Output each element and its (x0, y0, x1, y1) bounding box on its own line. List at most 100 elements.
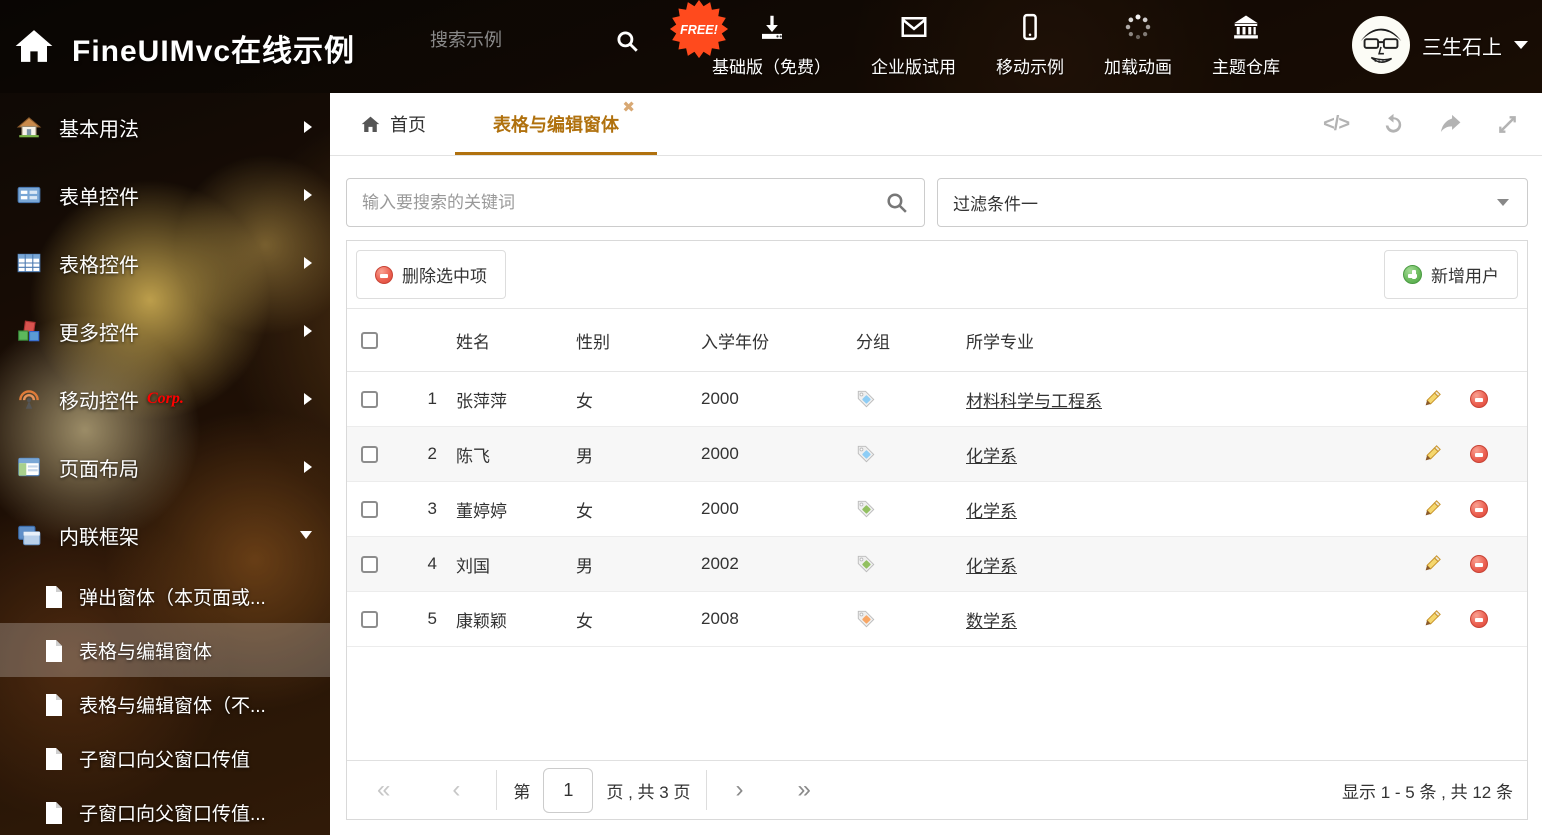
sidebar-item-mobile-controls[interactable]: 移动控件 Corp. (0, 365, 330, 433)
data-grid-panel: 删除选中项 新增用户 姓名 性别 入学年份 分组 所学专业 1 (346, 240, 1528, 820)
column-header-name[interactable]: 姓名 (437, 328, 576, 353)
row-index: 5 (393, 609, 437, 629)
table-row[interactable]: 2 陈飞 男 2000 化学系 (347, 427, 1527, 482)
cell-name: 康颖颖 (437, 607, 576, 632)
row-checkbox[interactable] (361, 446, 378, 463)
free-badge-icon: FREE! (668, 0, 730, 60)
table-row[interactable]: 5 康颖颖 女 2008 数学系 (347, 592, 1527, 647)
frames-icon (16, 522, 44, 548)
delete-icon[interactable] (1470, 445, 1488, 463)
cell-year: 2000 (701, 499, 856, 519)
refresh-icon[interactable] (1381, 112, 1406, 137)
cell-year: 2000 (701, 389, 856, 409)
table-header-row: 姓名 性别 入学年份 分组 所学专业 (347, 308, 1527, 372)
header-search-input[interactable] (430, 30, 590, 51)
cell-year: 2008 (701, 609, 856, 629)
next-page-icon[interactable] (735, 778, 743, 802)
user-menu[interactable]: 三生石上 (1352, 16, 1528, 74)
edit-icon[interactable] (1422, 554, 1442, 574)
add-user-button[interactable]: 新增用户 (1384, 250, 1518, 299)
top-header: FineUIMvc在线示例 FREE! 基础版（免费） 企业版试用 (0, 0, 1542, 93)
sidebar-subitem-grid-edit-window[interactable]: 表格与编辑窗体 (0, 623, 330, 677)
column-header-group[interactable]: 分组 (856, 328, 966, 353)
nav-enterprise-trial[interactable]: 企业版试用 (871, 12, 956, 78)
filter-dropdown[interactable]: 过滤条件一 (937, 178, 1528, 227)
tab-grid-edit-window[interactable]: 表格与编辑窗体 ✖ (455, 93, 657, 155)
tab-bar: 首页 表格与编辑窗体 ✖ (330, 93, 1542, 156)
avatar (1352, 16, 1410, 74)
sidebar-item-page-layout[interactable]: 页面布局 (0, 433, 330, 501)
nav-item-label: 移动示例 (996, 53, 1064, 78)
major-link[interactable]: 数学系 (966, 607, 1017, 632)
row-index: 1 (393, 389, 437, 409)
sidebar-subitem-grid-edit-window-2[interactable]: 表格与编辑窗体（不... (0, 677, 330, 731)
major-link[interactable]: 化学系 (966, 497, 1017, 522)
sidebar-item-basic-usage[interactable]: 基本用法 (0, 93, 330, 161)
header-nav: FREE! 基础版（免费） 企业版试用 移动示例 (712, 12, 1280, 78)
keyword-search-input[interactable] (346, 178, 925, 227)
table-row[interactable]: 4 刘国 男 2002 化学系 (347, 537, 1527, 592)
home-icon[interactable] (14, 26, 54, 66)
row-index: 4 (393, 554, 437, 574)
row-checkbox[interactable] (361, 611, 378, 628)
sidebar-subitem-child-to-parent[interactable]: 子窗口向父窗口传值 (0, 731, 330, 785)
search-icon[interactable] (884, 190, 909, 215)
tag-icon[interactable] (856, 389, 876, 409)
sidebar-item-form-controls[interactable]: 表单控件 (0, 161, 330, 229)
nav-mobile-demo[interactable]: 移动示例 (996, 12, 1064, 78)
column-header-major[interactable]: 所学专业 (966, 328, 1377, 353)
row-checkbox[interactable] (361, 501, 378, 518)
page-number-input[interactable] (543, 768, 593, 813)
column-header-year[interactable]: 入学年份 (701, 328, 856, 353)
sidebar-item-more-controls[interactable]: 更多控件 (0, 297, 330, 365)
nav-theme-repo[interactable]: 主题仓库 (1212, 12, 1280, 78)
tag-icon[interactable] (856, 499, 876, 519)
tag-icon[interactable] (856, 609, 876, 629)
edit-icon[interactable] (1422, 499, 1442, 519)
cell-name: 张萍萍 (437, 387, 576, 412)
download-icon (757, 12, 787, 47)
corp-badge: Corp. (147, 390, 184, 408)
first-page-icon[interactable] (377, 778, 390, 802)
last-page-icon[interactable] (797, 778, 810, 802)
tab-home[interactable]: 首页 (360, 93, 426, 155)
prev-page-icon[interactable] (452, 778, 460, 802)
nav-item-label: 主题仓库 (1212, 53, 1280, 78)
cell-name: 董婷婷 (437, 497, 576, 522)
select-all-checkbox[interactable] (361, 332, 378, 349)
search-icon[interactable] (614, 28, 640, 54)
file-icon (44, 693, 64, 715)
delete-selected-button[interactable]: 删除选中项 (356, 250, 506, 299)
delete-icon[interactable] (1470, 555, 1488, 573)
expand-icon[interactable] (1495, 112, 1520, 137)
row-checkbox[interactable] (361, 556, 378, 573)
sidebar-item-grid-controls[interactable]: 表格控件 (0, 229, 330, 297)
sidebar-subitem-popup-window[interactable]: 弹出窗体（本页面或... (0, 569, 330, 623)
table-row[interactable]: 1 张萍萍 女 2000 材料科学与工程系 (347, 372, 1527, 427)
edit-icon[interactable] (1422, 609, 1442, 629)
delete-icon[interactable] (1470, 610, 1488, 628)
major-link[interactable]: 化学系 (966, 552, 1017, 577)
nav-basic-edition[interactable]: FREE! 基础版（免费） (712, 12, 831, 78)
edit-icon[interactable] (1422, 389, 1442, 409)
nav-loading-animation[interactable]: 加载动画 (1104, 12, 1172, 78)
layout-icon (16, 454, 44, 480)
tag-icon[interactable] (856, 444, 876, 464)
column-header-gender[interactable]: 性别 (576, 328, 701, 353)
major-link[interactable]: 材料科学与工程系 (966, 387, 1102, 412)
cell-gender: 女 (576, 607, 701, 632)
delete-icon[interactable] (1470, 390, 1488, 408)
delete-icon[interactable] (1470, 500, 1488, 518)
share-icon[interactable] (1438, 112, 1463, 137)
tag-icon[interactable] (856, 554, 876, 574)
table-row[interactable]: 3 董婷婷 女 2000 化学系 (347, 482, 1527, 537)
sidebar-subitem-child-to-parent-2[interactable]: 子窗口向父窗口传值... (0, 785, 330, 835)
app-title: FineUIMvc在线示例 (72, 26, 355, 70)
row-checkbox[interactable] (361, 391, 378, 408)
edit-icon[interactable] (1422, 444, 1442, 464)
close-icon[interactable]: ✖ (622, 100, 635, 115)
major-link[interactable]: 化学系 (966, 442, 1017, 467)
cell-year: 2000 (701, 444, 856, 464)
sidebar-item-iframe[interactable]: 内联框架 (0, 501, 330, 569)
code-icon[interactable] (1323, 113, 1349, 136)
